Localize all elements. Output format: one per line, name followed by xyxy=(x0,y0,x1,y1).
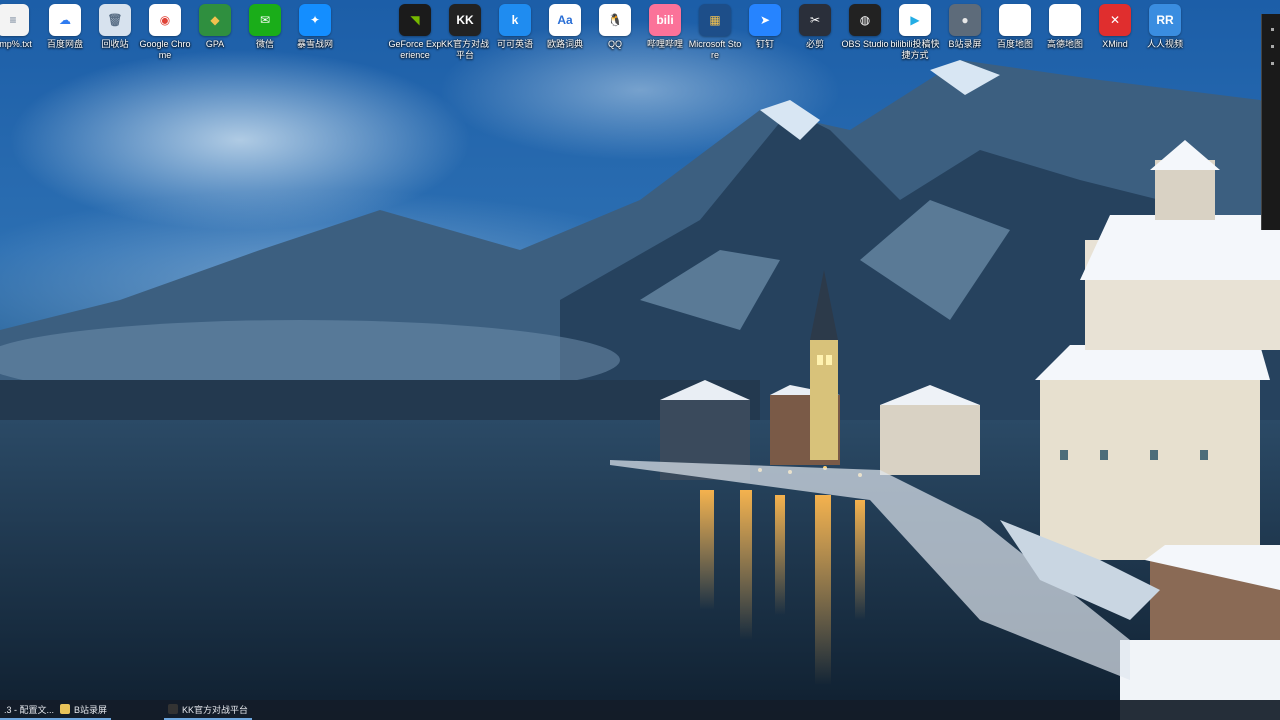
taskbar-item[interactable]: B站录屏 xyxy=(56,700,112,720)
geforce-icon: ◥ xyxy=(399,4,431,36)
desktop-shortcut[interactable]: RR 人人视频 xyxy=(1138,4,1192,50)
desktop-shortcut[interactable]: ✦ 暴雪战网 xyxy=(288,4,342,50)
desktop-shortcut[interactable]: 🗑 回收站 xyxy=(88,4,142,50)
desktop-shortcut-label: QQ xyxy=(607,39,622,49)
bilibili-upload-icon: ▶ xyxy=(899,4,931,36)
screen-recorder-icon: ● xyxy=(949,4,981,36)
desktop-shortcut[interactable]: ● B站录屏 xyxy=(938,4,992,50)
dingtalk-icon: ➤ xyxy=(749,4,781,36)
desktop-shortcut-label: Microsoft Store xyxy=(688,39,742,60)
desktop-shortcut[interactable]: Aa 欧路词典 xyxy=(538,4,592,50)
desktop-shortcut[interactable]: ◉ Google Chrome xyxy=(138,4,192,61)
bicut-icon: ✂ xyxy=(799,4,831,36)
file-icon xyxy=(999,4,1031,36)
desktop-shortcut-label: 哔哩哔哩 xyxy=(646,39,683,49)
xmind-icon: ✕ xyxy=(1099,4,1131,36)
desktop-shortcut-label: 欧路词典 xyxy=(546,39,583,49)
desktop-shortcut-label: 必剪 xyxy=(805,39,824,49)
desktop-shortcut[interactable]: ≡ emp%.txt xyxy=(0,4,40,50)
eudic-icon: Aa xyxy=(549,4,581,36)
desktop-shortcut[interactable]: 🐧 QQ xyxy=(588,4,642,50)
battlenet-icon: ✦ xyxy=(299,4,331,36)
toolbar-handle[interactable] xyxy=(1271,45,1274,48)
taskbar-item-label: KK官方对战平台 xyxy=(182,704,249,715)
desktop-shortcut[interactable]: ◆ GPA xyxy=(188,4,242,50)
desktop-shortcut-label: XMind xyxy=(1102,39,1128,49)
renren-video-icon: RR xyxy=(1149,4,1181,36)
desktop-shortcut-label: GeForce Experience xyxy=(388,39,442,60)
taskbar-item[interactable]: KK官方对战平台 xyxy=(164,700,253,720)
app-icon xyxy=(60,704,70,714)
text-file-icon: ≡ xyxy=(0,4,29,36)
desktop-shortcut[interactable]: ✕ XMind xyxy=(1088,4,1142,50)
qq-icon: 🐧 xyxy=(599,4,631,36)
desktop[interactable]: ≡ emp%.txt ☁ 百度网盘 🗑 回收站 ◉ Google Chrome ◆ GPA ✉ 微信 ✦… xyxy=(0,0,1280,720)
desktop-shortcut-label: 回收站 xyxy=(101,39,129,49)
side-toolbar[interactable] xyxy=(1261,14,1280,230)
desktop-shortcut-label: 钉钉 xyxy=(755,39,774,49)
app-icon xyxy=(168,704,178,714)
desktop-shortcut-label: 人人视频 xyxy=(1146,39,1183,49)
file-icon xyxy=(1049,4,1081,36)
desktop-shortcut-label: B站录屏 xyxy=(948,39,982,49)
desktop-shortcut-label: 微信 xyxy=(255,39,274,49)
desktop-shortcut[interactable]: ▶ bilibili投稿快捷方式 xyxy=(888,4,942,61)
desktop-shortcut-label: bilibili投稿快捷方式 xyxy=(890,39,940,60)
keke-english-icon: k xyxy=(499,4,531,36)
shield-icon: ◆ xyxy=(199,4,231,36)
desktop-shortcut-label: emp%.txt xyxy=(0,39,32,49)
baidu-netdisk-icon: ☁ xyxy=(49,4,81,36)
desktop-shortcut-label: 高德地图 xyxy=(1046,39,1083,49)
desktop-shortcut-label: 百度地图 xyxy=(996,39,1033,49)
chrome-icon: ◉ xyxy=(149,4,181,36)
desktop-shortcut-label: KK官方对战平台 xyxy=(440,39,489,60)
desktop-shortcut-label: Google Chrome xyxy=(139,39,191,60)
microsoft-store-icon: ▦ xyxy=(699,4,731,36)
desktop-shortcut-label: 可可英语 xyxy=(496,39,533,49)
desktop-shortcut[interactable]: ▦ Microsoft Store xyxy=(688,4,742,61)
desktop-shortcut[interactable]: KK KK官方对战平台 xyxy=(438,4,492,61)
desktop-shortcut[interactable]: bili 哔哩哔哩 xyxy=(638,4,692,50)
recycle-bin-icon: 🗑 xyxy=(99,4,131,36)
taskbar-item-label: B站录屏 xyxy=(74,704,108,715)
wallpaper-image xyxy=(0,0,1280,720)
bilibili-icon: bili xyxy=(649,4,681,36)
desktop-shortcut[interactable]: ✂ 必剪 xyxy=(788,4,842,50)
wechat-icon: ✉ xyxy=(249,4,281,36)
desktop-shortcut-label: GPA xyxy=(205,39,225,49)
toolbar-handle[interactable] xyxy=(1271,28,1274,31)
taskbar-item[interactable]: .3 - 配置文... xyxy=(0,700,59,720)
taskbar-item-label: .3 - 配置文... xyxy=(4,704,55,715)
desktop-shortcut[interactable]: 百度地图 xyxy=(988,4,1042,50)
obs-icon: ◍ xyxy=(849,4,881,36)
desktop-shortcut[interactable]: k 可可英语 xyxy=(488,4,542,50)
desktop-shortcut[interactable]: 高德地图 xyxy=(1038,4,1092,50)
taskbar: .3 - 配置文... B站录屏 KK官方对战平台 xyxy=(0,700,1280,720)
desktop-shortcut-label: 暴雪战网 xyxy=(296,39,333,49)
desktop-shortcut-label: 百度网盘 xyxy=(46,39,83,49)
desktop-shortcut[interactable]: ☁ 百度网盘 xyxy=(38,4,92,50)
toolbar-handle[interactable] xyxy=(1271,62,1274,65)
desktop-shortcut[interactable]: ◥ GeForce Experience xyxy=(388,4,442,61)
desktop-shortcut[interactable]: ◍ OBS Studio xyxy=(838,4,892,50)
desktop-shortcut[interactable]: ✉ 微信 xyxy=(238,4,292,50)
kk-platform-icon: KK xyxy=(449,4,481,36)
desktop-shortcut-label: OBS Studio xyxy=(841,39,889,49)
desktop-shortcut[interactable]: ➤ 钉钉 xyxy=(738,4,792,50)
